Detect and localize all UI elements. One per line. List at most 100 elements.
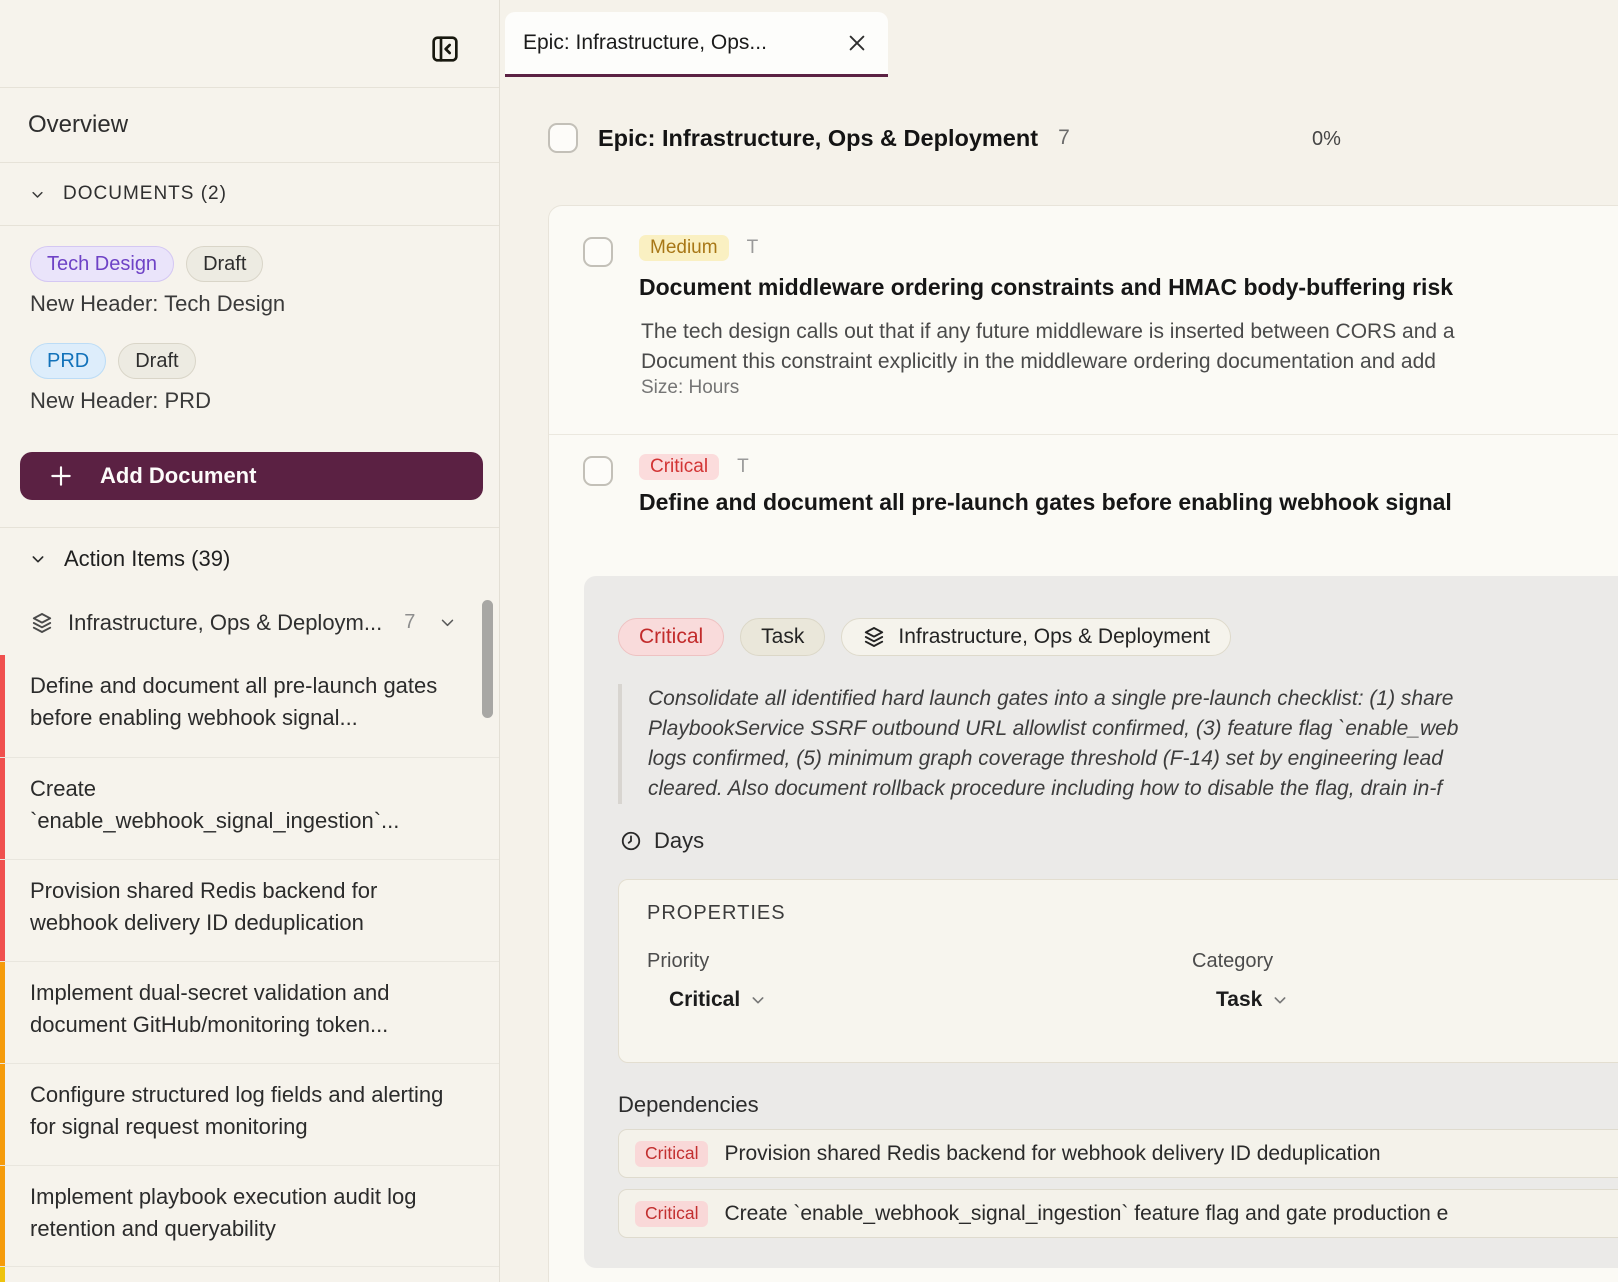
add-document-button[interactable]: Add Document xyxy=(20,452,483,500)
tab-epic[interactable]: Epic: Infrastructure, Ops... xyxy=(505,12,888,74)
effort-label: Days xyxy=(654,828,704,854)
group-label: Infrastructure, Ops & Deploym... xyxy=(68,610,382,636)
action-item[interactable]: Define and document all pre-launch gates… xyxy=(0,655,499,757)
task-detail-panel: Critical Task Infrastructure, Ops & Depl… xyxy=(584,576,1618,1268)
chevron-down-icon xyxy=(750,992,766,1008)
action-items-header-label: Action Items (39) xyxy=(64,546,230,572)
action-items-list: Define and document all pre-launch gates… xyxy=(0,655,499,1282)
severity-bar xyxy=(0,655,5,757)
chevron-down-icon xyxy=(439,614,456,631)
sidebar: Overview DOCUMENTS (2) Tech Design Draft… xyxy=(0,0,500,1282)
sidebar-header xyxy=(0,0,499,88)
epic-checkbox[interactable] xyxy=(548,123,578,153)
dependency-text: Create `enable_webhook_signal_ingestion`… xyxy=(724,1202,1448,1226)
doc-status-badge: Draft xyxy=(186,246,263,282)
category-select[interactable]: Task xyxy=(1216,988,1288,1012)
severity-bar xyxy=(0,1064,5,1165)
row-divider xyxy=(549,434,1618,435)
action-item[interactable]: Configure structured log fields and aler… xyxy=(0,1063,499,1165)
main-panel: Epic: Infrastructure, Ops... Epic: Infra… xyxy=(500,0,1618,1282)
task-title[interactable]: Define and document all pre-launch gates… xyxy=(639,489,1618,516)
task-badges: Medium T xyxy=(639,235,758,261)
action-items-section-header[interactable]: Action Items (39) xyxy=(0,528,499,590)
action-item-text: Configure structured log fields and aler… xyxy=(30,1079,471,1143)
doc-type-badge: Tech Design xyxy=(30,246,174,282)
properties-card: PROPERTIES Priority Critical Category Ta… xyxy=(618,879,1618,1063)
task-badges: Critical T xyxy=(639,454,749,480)
action-item-text: Implement playbook execution audit log r… xyxy=(30,1181,471,1245)
action-item-text: Create `enable_webhook_signal_ingestion`… xyxy=(30,773,471,837)
epic-badge[interactable]: Infrastructure, Ops & Deployment xyxy=(841,618,1231,656)
action-item[interactable]: Implement dual-secret validation and doc… xyxy=(0,961,499,1063)
task-checkbox[interactable] xyxy=(583,237,613,267)
task-checkbox[interactable] xyxy=(583,456,613,486)
effort-row: Days xyxy=(620,828,704,854)
dependency-text: Provision shared Redis backend for webho… xyxy=(724,1142,1380,1166)
dependency-priority-badge: Critical xyxy=(635,1141,708,1167)
dependencies-header: Dependencies xyxy=(618,1092,759,1118)
priority-badge[interactable]: Critical xyxy=(618,618,724,656)
task-size: Size: Hours xyxy=(641,377,739,399)
severity-bar xyxy=(0,758,5,859)
severity-bar xyxy=(0,1267,5,1282)
action-items-group[interactable]: Infrastructure, Ops & Deploym... 7 xyxy=(0,590,499,655)
clock-icon xyxy=(620,830,642,852)
priority-label: Priority xyxy=(647,950,709,973)
doc-type-badge: PRD xyxy=(30,343,106,379)
task-detail-description: Consolidate all identified hard launch g… xyxy=(618,684,1618,804)
doc-title: New Header: Tech Design xyxy=(30,291,499,317)
epic-task-count: 7 xyxy=(1058,126,1070,150)
documents-header-label: DOCUMENTS (2) xyxy=(63,183,227,205)
severity-bar xyxy=(0,860,5,961)
sidebar-scrollbar-thumb[interactable] xyxy=(482,600,493,718)
doc-status-badge: Draft xyxy=(118,343,195,379)
add-document-label: Add Document xyxy=(100,463,256,489)
priority-badge: Medium xyxy=(639,235,729,261)
action-item[interactable]: Create `enable_webhook_signal_ingestion`… xyxy=(0,757,499,859)
group-count: 7 xyxy=(404,611,415,634)
dependency-row[interactable]: Critical Create `enable_webhook_signal_i… xyxy=(618,1189,1618,1238)
action-item[interactable]: Provision shared Redis backend for webho… xyxy=(0,859,499,961)
layers-icon xyxy=(30,611,54,635)
category-label: Category xyxy=(1192,950,1273,973)
action-item[interactable] xyxy=(0,1266,499,1282)
severity-bar xyxy=(0,1166,5,1266)
doc-title: New Header: PRD xyxy=(30,388,499,414)
task-title[interactable]: Document middleware ordering constraints… xyxy=(639,274,1618,301)
documents-list: Tech Design Draft New Header: Tech Desig… xyxy=(0,226,499,528)
documents-section-header[interactable]: DOCUMENTS (2) xyxy=(0,163,499,226)
layers-icon xyxy=(862,625,886,649)
action-item-text: Provision shared Redis backend for webho… xyxy=(30,875,471,939)
document-list-item[interactable]: PRD Draft New Header: PRD xyxy=(30,343,499,414)
category-badge[interactable]: Task xyxy=(740,618,825,656)
detail-badges: Critical Task Infrastructure, Ops & Depl… xyxy=(618,618,1231,656)
task-list-card: Medium T Document middleware ordering co… xyxy=(548,205,1618,1282)
task-type-letter: T xyxy=(747,237,759,259)
priority-badge: Critical xyxy=(639,454,719,480)
chevron-down-icon xyxy=(30,187,45,202)
properties-header: PROPERTIES xyxy=(647,902,786,925)
action-item-text: Define and document all pre-launch gates… xyxy=(30,670,471,734)
task-type-letter: T xyxy=(737,456,749,478)
document-list-item[interactable]: Tech Design Draft New Header: Tech Desig… xyxy=(30,246,499,317)
plus-icon xyxy=(48,463,74,489)
panel-left-collapse-icon xyxy=(429,33,463,65)
overview-label: Overview xyxy=(28,111,128,139)
close-icon[interactable] xyxy=(846,32,868,54)
dependency-row[interactable]: Critical Provision shared Redis backend … xyxy=(618,1129,1618,1178)
sidebar-item-overview[interactable]: Overview xyxy=(0,88,499,163)
epic-header: Epic: Infrastructure, Ops & Deployment 7 xyxy=(548,123,1070,153)
epic-progress: 0% xyxy=(1312,128,1341,151)
task-description: The tech design calls out that if any fu… xyxy=(641,317,1618,377)
action-item[interactable]: Implement playbook execution audit log r… xyxy=(0,1165,499,1266)
priority-select[interactable]: Critical xyxy=(669,988,766,1012)
app-root: Overview DOCUMENTS (2) Tech Design Draft… xyxy=(0,0,1618,1282)
sidebar-collapse-button[interactable] xyxy=(429,32,463,66)
dependency-priority-badge: Critical xyxy=(635,1201,708,1227)
tab-title: Epic: Infrastructure, Ops... xyxy=(523,31,832,55)
chevron-down-icon xyxy=(30,551,46,567)
severity-bar xyxy=(0,962,5,1063)
epic-badge-label: Infrastructure, Ops & Deployment xyxy=(898,625,1210,649)
epic-title: Epic: Infrastructure, Ops & Deployment xyxy=(598,125,1038,152)
chevron-down-icon xyxy=(1272,992,1288,1008)
